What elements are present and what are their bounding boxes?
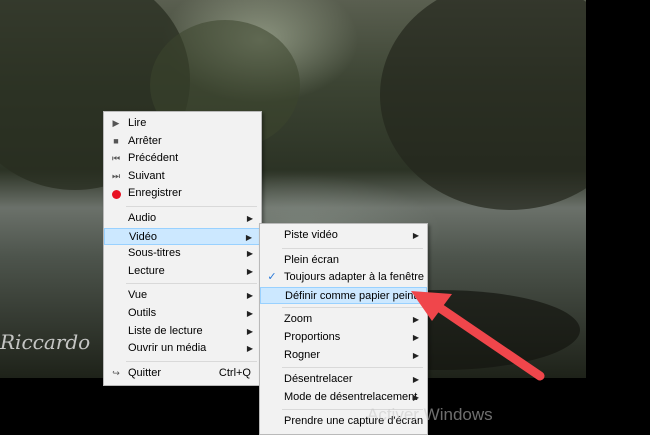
menu-separator (282, 307, 423, 309)
menu-item-video[interactable]: Vidéo ▶ (104, 227, 261, 246)
submenu-arrow-icon: ▶ (412, 332, 419, 342)
submenu-arrow-icon: ▶ (412, 315, 419, 325)
submenu-arrow-icon: ▶ (412, 392, 419, 402)
menu-item-next[interactable]: ⏭ Suivant (104, 168, 261, 186)
submenu-arrow-icon: ▶ (246, 326, 253, 336)
main-context-menu: ▶ Lire ■ Arrêter ⏮ Précédent ⏭ Suivant Enreg… (103, 111, 262, 387)
menu-separator (126, 205, 257, 207)
menu-item-fit-window[interactable]: ✓ Toujours adapter à la fenêtre (260, 269, 427, 287)
quit-shortcut: Ctrl+Q (218, 366, 251, 379)
menu-item-play[interactable]: ▶ Lire (104, 115, 261, 133)
menu-item-fullscreen[interactable]: Plein écran (260, 252, 427, 270)
video-submenu: Piste vidéo ▶ Plein écran ✓ Toujours adapt… (259, 223, 428, 435)
menu-item-crop[interactable]: Rogner ▶ (260, 347, 427, 365)
menu-item-audio[interactable]: Audio ▶ (104, 210, 261, 228)
submenu-arrow-icon: ▶ (246, 249, 253, 259)
submenu-arrow-icon: ▶ (412, 375, 419, 385)
menu-item-video-track[interactable]: Piste vidéo ▶ (260, 227, 427, 245)
play-icon: ▶ (112, 118, 120, 128)
submenu-arrow-icon: ▶ (246, 291, 253, 301)
video-signature: Riccardo (0, 330, 91, 354)
menu-item-open-media[interactable]: Ouvrir un média ▶ (104, 340, 261, 358)
checkmark-icon: ✓ (267, 271, 277, 284)
record-icon (110, 185, 122, 203)
menu-item-view[interactable]: Vue ▶ (104, 287, 261, 305)
menu-item-subtitles[interactable]: Sous-titres ▶ (104, 245, 261, 263)
menu-item-aspect-ratio[interactable]: Proportions ▶ (260, 329, 427, 347)
submenu-arrow-icon: ▶ (245, 232, 252, 242)
menu-item-record[interactable]: Enregistrer (104, 185, 261, 203)
menu-item-tools[interactable]: Outils ▶ (104, 305, 261, 323)
menu-item-stop[interactable]: ■ Arrêter (104, 133, 261, 151)
right-black-bar (586, 0, 650, 430)
menu-item-playlist[interactable]: Liste de lecture ▶ (104, 323, 261, 341)
menu-separator (282, 247, 423, 249)
menu-item-set-wallpaper[interactable]: Définir comme papier peint (260, 286, 427, 305)
submenu-arrow-icon: ▶ (246, 266, 253, 276)
submenu-arrow-icon: ▶ (412, 350, 419, 360)
next-icon: ⏭ (111, 170, 121, 181)
menu-separator (126, 360, 257, 362)
quit-icon: ↪ (112, 367, 120, 378)
menu-item-deinterlace-mode[interactable]: Mode de désentrelacement ▶ (260, 389, 427, 407)
menu-item-quit[interactable]: ↪ Quitter Ctrl+Q (104, 365, 261, 383)
stop-icon: ■ (113, 135, 119, 146)
previous-icon: ⏮ (111, 153, 121, 164)
submenu-arrow-icon: ▶ (246, 344, 253, 354)
menu-item-previous[interactable]: ⏮ Précédent (104, 150, 261, 168)
activate-windows-watermark: Activer Windows (367, 405, 493, 424)
submenu-arrow-icon: ▶ (246, 308, 253, 318)
menu-item-zoom[interactable]: Zoom ▶ (260, 311, 427, 329)
menu-item-playback[interactable]: Lecture ▶ (104, 263, 261, 281)
submenu-arrow-icon: ▶ (412, 231, 419, 240)
submenu-arrow-icon: ▶ (246, 213, 253, 223)
menu-separator (282, 367, 423, 369)
menu-separator (126, 283, 257, 285)
menu-item-deinterlace[interactable]: Désentrelacer ▶ (260, 371, 427, 389)
tree-silhouette (380, 0, 586, 210)
